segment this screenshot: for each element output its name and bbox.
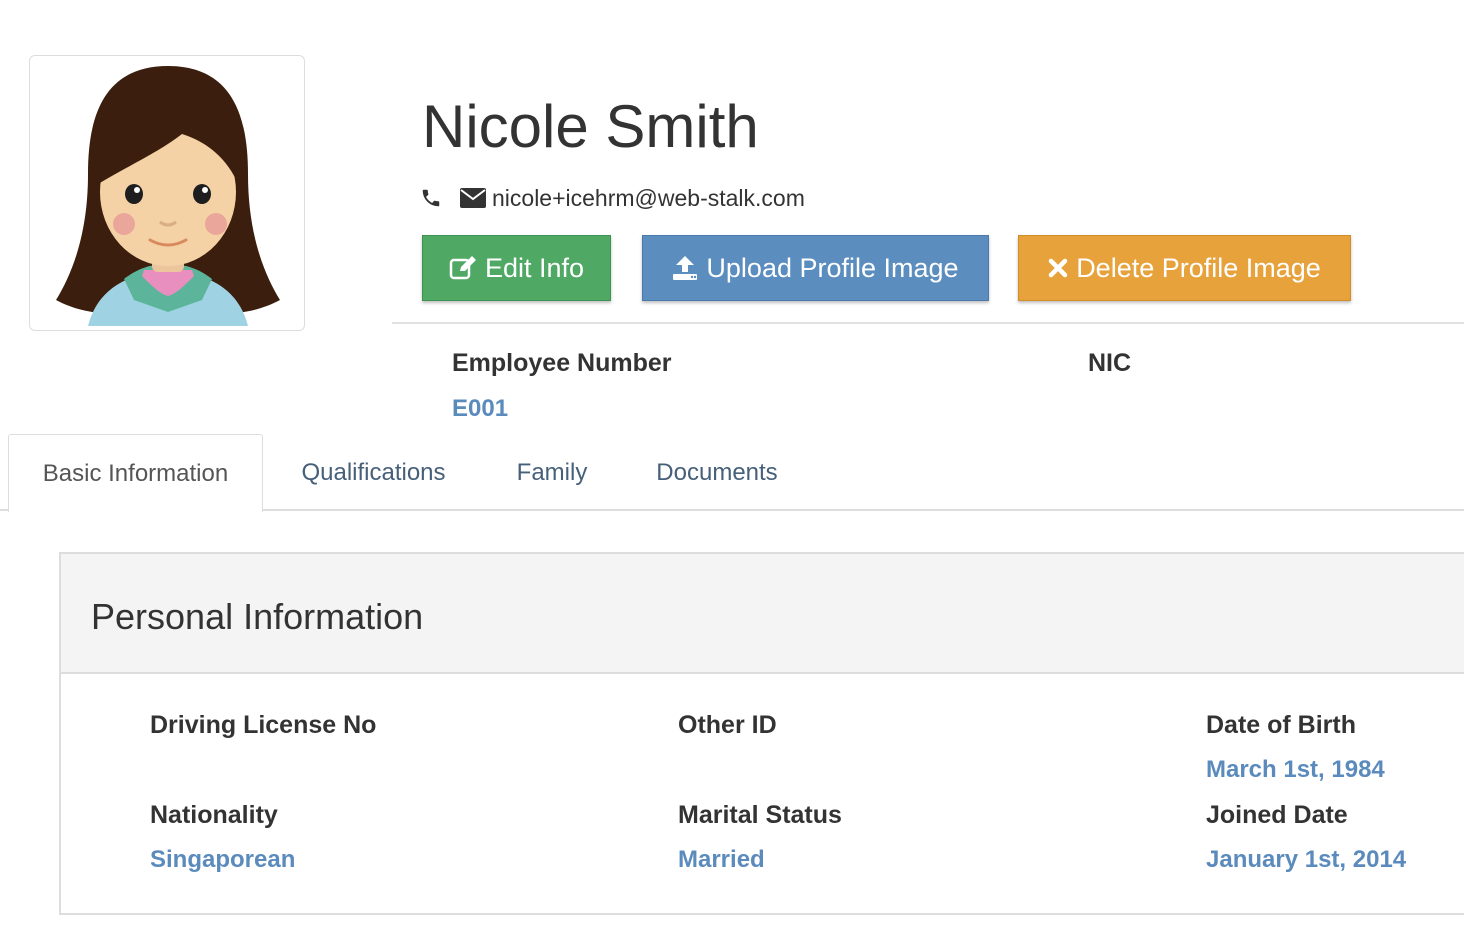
upload-profile-image-label: Upload Profile Image (706, 252, 959, 283)
upload-profile-image-button[interactable]: Upload Profile Image (642, 235, 989, 301)
panel-title: Personal Information (91, 596, 424, 637)
header-divider (392, 322, 1464, 324)
date-of-birth-label: Date of Birth (1206, 711, 1356, 739)
close-icon (1048, 258, 1068, 278)
profile-avatar (29, 55, 305, 331)
tab-qualifications[interactable]: Qualifications (280, 434, 467, 511)
delete-profile-image-button[interactable]: Delete Profile Image (1018, 235, 1351, 301)
panel-header: Personal Information (61, 554, 1464, 674)
tab-documents[interactable]: Documents (637, 434, 797, 511)
marital-status-label: Marital Status (678, 801, 842, 829)
tab-basic-information[interactable]: Basic Information (8, 434, 263, 512)
upload-icon (672, 255, 698, 281)
other-id-label: Other ID (678, 711, 777, 739)
joined-date-label: Joined Date (1206, 801, 1348, 829)
personal-information-panel: Personal Information Driving License No … (59, 552, 1464, 915)
female-avatar-icon (56, 66, 280, 326)
edit-info-button[interactable]: Edit Info (422, 235, 611, 301)
employee-email[interactable]: nicole+icehrm@web-stalk.com (492, 185, 805, 212)
edit-info-label: Edit Info (484, 252, 585, 283)
contact-row: nicole+icehrm@web-stalk.com (420, 183, 805, 213)
employee-name: Nicole Smith (422, 93, 759, 160)
phone-icon[interactable] (420, 187, 442, 209)
delete-profile-image-label: Delete Profile Image (1076, 252, 1321, 283)
nic-label: NIC (1088, 349, 1132, 377)
employee-number-label: Employee Number (452, 349, 672, 377)
nationality-value: Singaporean (150, 846, 296, 873)
date-of-birth-value: March 1st, 1984 (1206, 756, 1385, 783)
driving-license-label: Driving License No (150, 711, 377, 739)
marital-status-value: Married (678, 846, 765, 873)
joined-date-value: January 1st, 2014 (1206, 846, 1407, 873)
profile-tabs: Basic Information Qualifications Family … (0, 434, 1464, 512)
tab-family[interactable]: Family (496, 434, 608, 511)
envelope-icon (460, 188, 486, 208)
employee-number-value: E001 (452, 395, 509, 422)
edit-icon (449, 255, 477, 281)
nationality-label: Nationality (150, 801, 278, 829)
